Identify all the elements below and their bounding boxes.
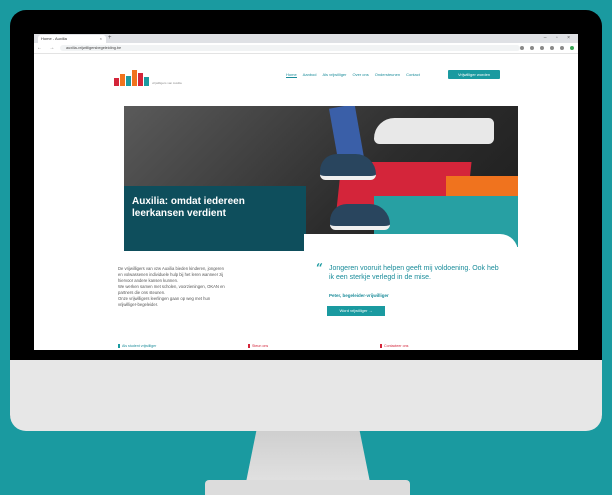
nav-item-aanbod[interactable]: Aanbod	[303, 72, 317, 78]
tab-title: Home - Auxilia	[41, 36, 67, 41]
bottom-links: Als student vrijwilliger Steun ons Conta…	[118, 344, 518, 350]
hero-title: Auxilia: omdat iedereen leerkansen verdi…	[132, 196, 245, 219]
become-volunteer-button[interactable]: Word vrijwilliger →	[327, 306, 385, 316]
menu-icon[interactable]	[560, 46, 564, 50]
profile-avatar-icon[interactable]	[570, 46, 574, 50]
hero-corner-cutout	[304, 234, 518, 252]
monitor-base	[205, 480, 410, 495]
nav-item-over-ons[interactable]: Over ons	[352, 72, 368, 78]
intro-text: De vrijwilligers van vzw Auxilia bieden …	[118, 266, 294, 308]
new-tab-button[interactable]: +	[108, 34, 112, 43]
nav-item-ondersteunen[interactable]: Ondersteunen	[375, 72, 400, 78]
monitor-chin	[10, 360, 602, 431]
site-logo-icon[interactable]	[114, 68, 149, 86]
extension-icon[interactable]	[540, 46, 544, 50]
tab-close-icon[interactable]: ×	[100, 35, 102, 43]
extension-icon[interactable]	[520, 46, 524, 50]
nav-item-contact[interactable]: Contact	[406, 72, 420, 78]
bookmark-icon[interactable]	[550, 46, 554, 50]
browser-tab[interactable]: Home - Auxilia ×	[38, 35, 106, 43]
nav-item-home[interactable]: Home	[286, 72, 297, 78]
url-field[interactable]: auxilia-vrijwilligersbegeleiding.be	[60, 45, 520, 51]
testimonial-quote: Jongeren vooruit helpen geeft mij voldoe…	[329, 265, 499, 281]
bottom-link-contact[interactable]: Contacteer ons	[380, 344, 408, 348]
bottom-link-student[interactable]: Als student vrijwilliger	[118, 344, 156, 348]
extension-icons	[520, 45, 574, 51]
main-nav: Home Aanbod Als vrijwilliger Over ons On…	[286, 72, 420, 78]
quote-icon: “	[316, 261, 323, 275]
nav-item-als-vrijwilliger[interactable]: Als vrijwilliger	[322, 72, 346, 78]
window-controls[interactable]: – ▫ ×	[544, 34, 574, 43]
monitor-stand	[245, 431, 371, 485]
volunteer-signup-button[interactable]: Vrijwilliger worden	[448, 70, 500, 79]
bottom-link-support[interactable]: Steun ons	[248, 344, 268, 348]
screen: Home - Auxilia × + – ▫ × ← → ⟳ auxilia-v…	[34, 34, 578, 350]
intro-line: vrijwilliger-begeleider.	[118, 302, 159, 307]
extension-icon[interactable]	[530, 46, 534, 50]
browser-tab-bar: Home - Auxilia × + – ▫ ×	[34, 34, 578, 43]
testimonial-author: Peter, begeleider-vrijwilliger	[329, 293, 389, 298]
address-bar: ← → ⟳ auxilia-vrijwilligersbegeleiding.b…	[34, 43, 578, 54]
logo-text: vrijwilligers van Auxilia	[152, 81, 182, 85]
